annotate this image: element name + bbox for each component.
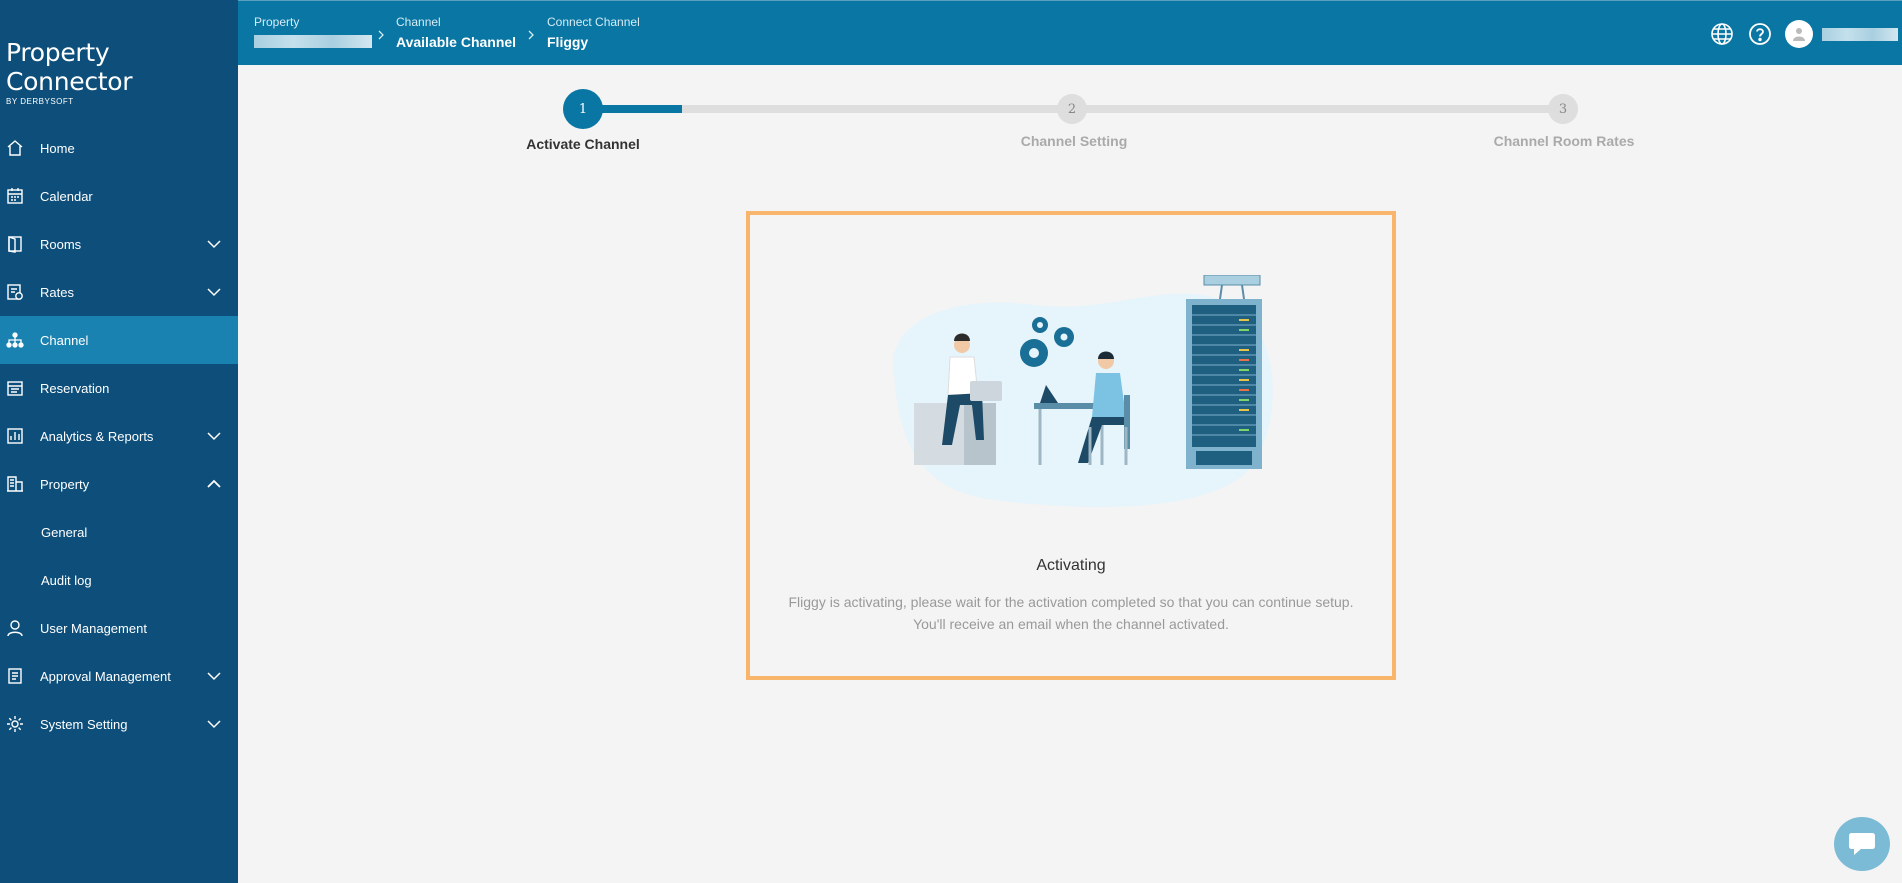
sidebar-item-home[interactable]: Home [0, 124, 238, 172]
chevron-down-icon [207, 432, 221, 441]
step-3-label: Channel Room Rates [1493, 133, 1635, 149]
approval-icon [6, 667, 24, 685]
sidebar-item-label: Home [40, 140, 75, 156]
sidebar-subitem-audit-log[interactable]: Audit log [0, 556, 238, 604]
top-bar: Property Channel Available Channel Conne… [238, 0, 1902, 65]
chevron-down-icon [207, 240, 221, 249]
building-icon [6, 475, 24, 493]
card-description-line-1: Fliggy is activating, please wait for th… [788, 594, 1354, 610]
sidebar-item-label: Channel [40, 332, 89, 348]
sidebar-item-label: System Setting [40, 716, 128, 732]
chevron-down-icon [207, 720, 221, 729]
sidebar-item-label: Calendar [40, 188, 93, 204]
activation-card: Activating Fliggy is activating, please … [746, 211, 1396, 680]
step-3-indicator: 3 [1548, 94, 1578, 124]
breadcrumb-channel-value: Available Channel [396, 34, 517, 50]
chevron-down-icon [207, 288, 221, 297]
sidebar-item-label: User Management [40, 620, 147, 636]
sidebar-item-property[interactable]: Property [0, 460, 238, 508]
breadcrumb-connect-label: Connect Channel [547, 15, 640, 29]
step-2-indicator: 2 [1057, 94, 1087, 124]
sidebar-item-analytics[interactable]: Analytics & Reports [0, 412, 238, 460]
stepper: 1 2 3 [238, 65, 1902, 175]
globe-icon[interactable] [1710, 22, 1734, 46]
step-2-label: Channel Setting [1020, 133, 1128, 149]
sidebar-item-calendar[interactable]: Calendar [0, 172, 238, 220]
chevron-right-icon [378, 30, 384, 40]
breadcrumb-channel-label: Channel [396, 15, 441, 29]
sidebar-item-label: Rooms [40, 236, 82, 252]
rates-icon [6, 283, 24, 301]
sidebar-item-system-setting[interactable]: System Setting [0, 700, 238, 748]
user-avatar-icon [1793, 28, 1805, 41]
step-1-indicator: 1 [563, 89, 603, 129]
breadcrumb-connect-channel: Connect Channel Fliggy [547, 15, 640, 50]
channel-icon [6, 331, 24, 349]
sidebar-nav: Home Calendar Rooms Rates Channel Reserv… [0, 124, 238, 748]
breadcrumb-property-value-redacted [254, 35, 372, 53]
logo-title: Property Connector [6, 38, 133, 96]
sidebar: Property Connector BY DERBYSOFT Home Cal… [0, 0, 238, 883]
activation-illustration [893, 275, 1273, 508]
sidebar-item-label: Rates [40, 284, 74, 300]
help-icon[interactable] [1748, 22, 1772, 46]
app-logo[interactable]: Property Connector BY DERBYSOFT [6, 38, 238, 106]
chevron-right-icon [528, 30, 534, 40]
sidebar-item-rates[interactable]: Rates [0, 268, 238, 316]
sidebar-item-label: Analytics & Reports [40, 428, 154, 444]
breadcrumb-property[interactable]: Property [254, 15, 372, 53]
sidebar-item-reservation[interactable]: Reservation [0, 364, 238, 412]
sidebar-item-approval-management[interactable]: Approval Management [0, 652, 238, 700]
analytics-icon [6, 427, 24, 445]
username-redacted[interactable] [1822, 28, 1898, 41]
logo-subtitle: BY DERBYSOFT [6, 97, 74, 106]
step-1-label: Activate Channel [526, 136, 640, 152]
card-description: Fliggy is activating, please wait for th… [750, 591, 1392, 635]
sidebar-item-rooms[interactable]: Rooms [0, 220, 238, 268]
sidebar-item-user-management[interactable]: User Management [0, 604, 238, 652]
gear-icon [6, 715, 24, 733]
chevron-down-icon [207, 672, 221, 681]
chat-bubble-icon [1849, 833, 1875, 855]
avatar[interactable] [1785, 20, 1813, 48]
sidebar-item-channel[interactable]: Channel [0, 316, 238, 364]
chat-button[interactable] [1834, 817, 1890, 871]
card-title: Activating [1036, 557, 1106, 574]
breadcrumb-connect-value: Fliggy [547, 34, 589, 50]
sidebar-item-label: Reservation [40, 380, 110, 396]
door-icon [6, 235, 24, 253]
calendar-icon [6, 187, 24, 205]
breadcrumb-channel[interactable]: Channel Available Channel [396, 15, 516, 50]
sidebar-item-label: Approval Management [40, 668, 171, 684]
chevron-up-icon [207, 479, 221, 488]
home-icon [6, 139, 24, 157]
sidebar-subitem-general[interactable]: General [0, 508, 238, 556]
sidebar-item-label: Property [40, 476, 90, 492]
breadcrumb-property-label: Property [254, 15, 300, 29]
user-icon [6, 619, 24, 637]
reservation-icon [6, 379, 24, 397]
card-description-line-2: You'll receive an email when the channel… [913, 616, 1229, 632]
